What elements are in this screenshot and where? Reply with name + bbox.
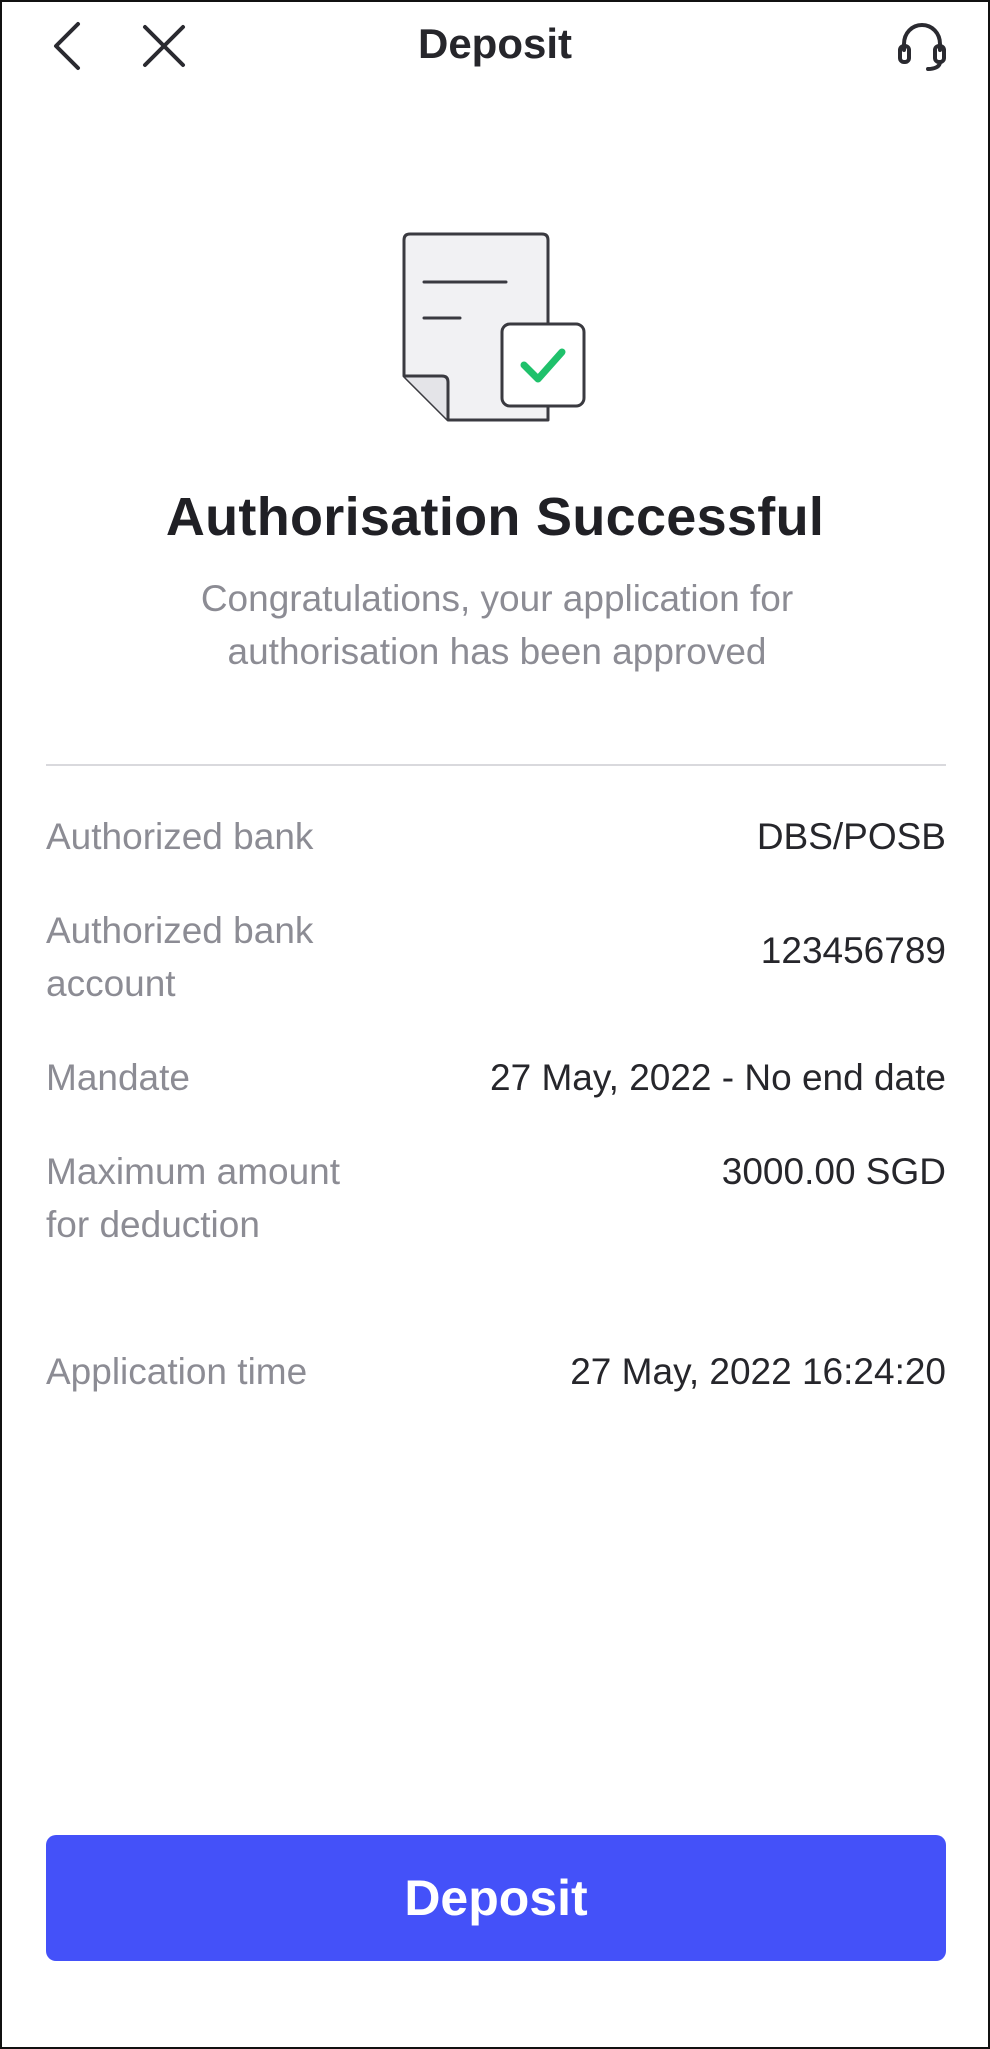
success-heading: Authorisation Successful (165, 487, 825, 547)
document-check-icon (400, 232, 592, 428)
app-screen: Deposit Authorisation Successful Congrat… (0, 0, 990, 2049)
detail-value: 27 May, 2022 - No end date (490, 1057, 946, 1098)
top-bar: Deposit (2, 2, 988, 92)
detail-value: 123456789 (760, 930, 946, 971)
detail-value: DBS/POSB (756, 816, 946, 857)
detail-label: Mandate (46, 1057, 190, 1098)
detail-value: 27 May, 2022 16:24:20 (570, 1351, 946, 1392)
detail-label: Maximum amount for deduction (46, 1151, 341, 1245)
detail-label: Authorized bank account (46, 910, 314, 1004)
detail-label: Authorized bank (46, 816, 314, 857)
deposit-button[interactable]: Deposit (46, 1835, 946, 1961)
success-message: Congratulations, your application for au… (200, 578, 794, 672)
detail-label: Application time (46, 1351, 308, 1392)
page-title: Deposit (417, 20, 572, 67)
detail-value: 3000.00 SGD (721, 1151, 946, 1192)
headset-icon[interactable] (892, 16, 952, 76)
divider (46, 764, 946, 766)
